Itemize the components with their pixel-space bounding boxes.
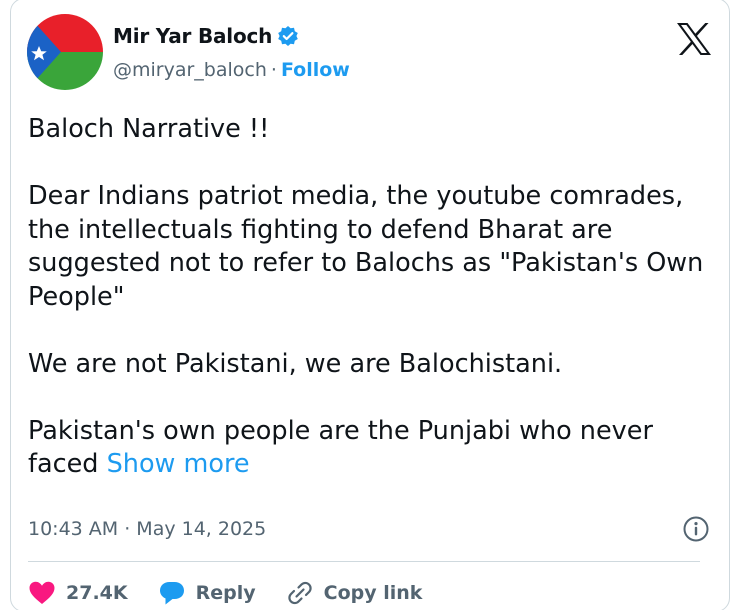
tweet-text: Baloch Narrative !! Dear Indians patriot… bbox=[28, 113, 708, 482]
follow-button[interactable]: Follow bbox=[281, 59, 350, 81]
info-icon[interactable] bbox=[682, 515, 710, 543]
tweet-paragraph: Dear Indians patriot media, the youtube … bbox=[28, 181, 704, 312]
tweet-paragraph-last: Pakistan's own people are the Punjabi wh… bbox=[28, 415, 708, 482]
tweet-paragraph: We are not Pakistani, we are Balochistan… bbox=[28, 348, 563, 379]
reply-label: Reply bbox=[195, 582, 256, 604]
reply-bubble-icon bbox=[159, 582, 184, 605]
author-name-row: Mir Yar Baloch bbox=[113, 24, 299, 48]
like-count: 27.4K bbox=[66, 582, 128, 604]
copy-link-label: Copy link bbox=[323, 582, 423, 604]
x-logo-icon[interactable] bbox=[675, 22, 713, 56]
verified-badge-icon bbox=[277, 25, 299, 47]
like-button[interactable]: 27.4K bbox=[28, 580, 128, 606]
author-name[interactable]: Mir Yar Baloch bbox=[113, 24, 272, 48]
author-avatar[interactable] bbox=[27, 14, 103, 90]
copy-link-button[interactable]: Copy link bbox=[286, 579, 423, 607]
link-icon bbox=[287, 581, 312, 605]
author-handle[interactable]: @miryar_baloch bbox=[113, 59, 267, 81]
reply-button[interactable]: Reply bbox=[158, 580, 256, 606]
author-handle-row: @miryar_baloch · Follow bbox=[113, 59, 350, 81]
show-more-link[interactable]: Show more bbox=[107, 449, 250, 479]
heart-icon bbox=[29, 581, 55, 604]
action-bar: 27.4K Reply Copy link bbox=[28, 577, 452, 609]
tweet-timestamp[interactable]: 10:43 AM · May 14, 2025 bbox=[28, 518, 266, 540]
baloch-flag-avatar-icon bbox=[27, 14, 103, 90]
tweet-paragraph: Baloch Narrative !! bbox=[28, 114, 270, 144]
divider bbox=[28, 561, 700, 562]
separator-dot: · bbox=[270, 59, 277, 81]
